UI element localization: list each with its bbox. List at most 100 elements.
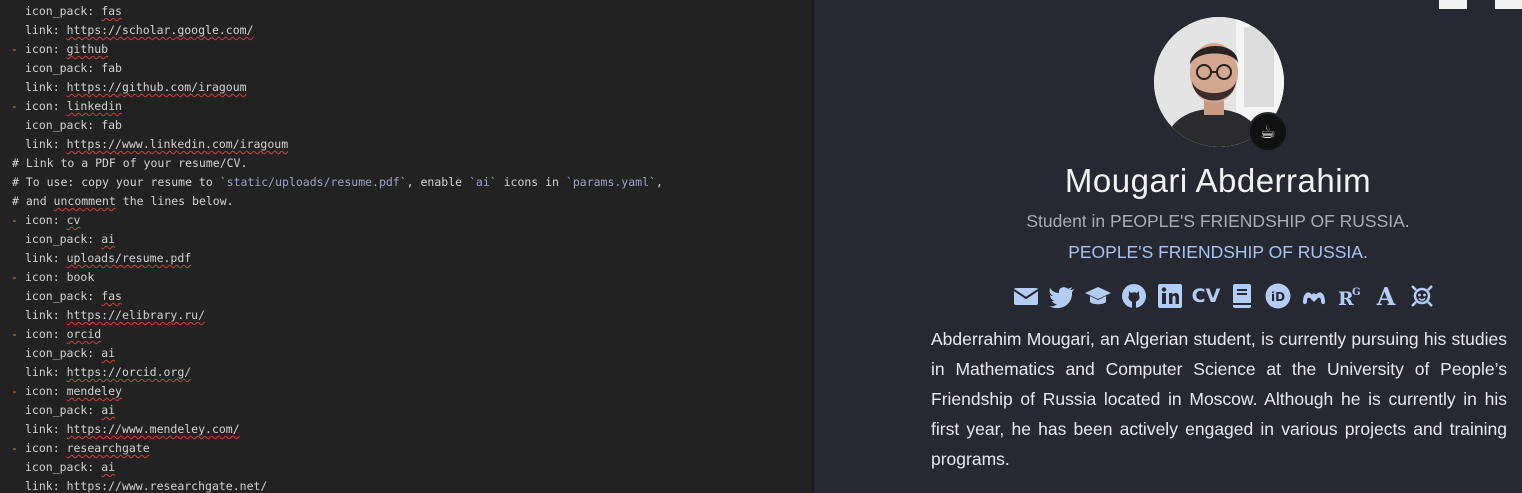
yaml-value: linkedin bbox=[66, 99, 122, 113]
graduation-cap-icon[interactable] bbox=[1084, 282, 1112, 310]
yaml-line-text: icon: linkedin bbox=[25, 97, 122, 116]
yaml-line-text: icon_pack: fas bbox=[25, 287, 122, 306]
yaml-key: link: bbox=[25, 251, 60, 265]
social-icons-row: CV iD RG A bbox=[1012, 281, 1436, 311]
yaml-line-text: link: https://www.linkedin.com/iragoum bbox=[25, 135, 288, 154]
github-icon[interactable] bbox=[1120, 282, 1148, 310]
preview-corner-button-2[interactable] bbox=[1495, 0, 1522, 9]
yaml-value: uploads/resume.pdf bbox=[66, 251, 192, 265]
yaml-key: icon: bbox=[25, 213, 60, 227]
yaml-key: link: bbox=[25, 137, 60, 151]
yaml-line-text: link: https://orcid.org/ bbox=[25, 363, 191, 382]
app-root: icon_pack: fas link: https://scholar.goog… bbox=[0, 0, 1522, 493]
yaml-line-text: icon: researchgate bbox=[25, 439, 150, 458]
yaml-value: researchgate bbox=[66, 441, 150, 455]
yaml-key: icon: bbox=[25, 42, 60, 56]
yaml-key: icon: bbox=[25, 441, 60, 455]
yaml-list-dash: - bbox=[11, 270, 18, 284]
yaml-list-dash: - bbox=[11, 441, 18, 455]
yaml-line-text: link: https://scholar.google.com/ bbox=[25, 21, 254, 40]
svg-text:G: G bbox=[1352, 287, 1361, 298]
yaml-list-dash: - bbox=[11, 42, 18, 56]
yaml-list-dash: - bbox=[11, 327, 18, 341]
yaml-line-text: icon_pack: fab bbox=[25, 116, 122, 135]
yaml-value: orcid bbox=[66, 327, 102, 341]
yaml-line-text: link: uploads/resume.pdf bbox=[25, 249, 191, 268]
linkedin-icon[interactable] bbox=[1156, 282, 1184, 310]
yaml-value: https://www.linkedin.com/iragoum bbox=[66, 137, 289, 151]
book-icon[interactable] bbox=[1228, 282, 1256, 310]
yaml-key: icon_pack: bbox=[25, 4, 95, 18]
yaml-line-text: icon_pack: ai bbox=[25, 458, 115, 477]
yaml-key: link: bbox=[25, 80, 60, 94]
yaml-value: ai bbox=[101, 460, 116, 474]
yaml-key: icon: bbox=[25, 327, 60, 341]
profile-role: Student in PEOPLE'S FRIENDSHIP OF RUSSIA… bbox=[1026, 211, 1410, 231]
yaml-key: icon_pack: bbox=[25, 346, 95, 360]
yaml-value: https://scholar.google.com/ bbox=[66, 23, 254, 37]
yaml-value: fas bbox=[101, 289, 122, 303]
yaml-line-text: icon_pack: fas bbox=[25, 2, 122, 21]
yaml-key: link: bbox=[25, 308, 60, 322]
yaml-value: ai bbox=[101, 403, 116, 417]
yaml-line-text: icon: book bbox=[25, 268, 94, 287]
yaml-line-text: link: https://www.researchgate.net/ bbox=[25, 477, 267, 493]
researchgate-icon[interactable]: RG bbox=[1336, 282, 1364, 310]
yaml-value: github bbox=[66, 42, 109, 56]
yaml-key: link: bbox=[25, 422, 60, 436]
coffee-badge-icon: ☕ bbox=[1248, 112, 1288, 152]
yaml-line-text: icon_pack: ai bbox=[25, 230, 115, 249]
yaml-line-text: link: https://www.mendeley.com/ bbox=[25, 420, 240, 439]
yaml-value: fab bbox=[101, 118, 122, 132]
yaml-line-text: icon_pack: ai bbox=[25, 401, 115, 420]
yaml-key: icon_pack: bbox=[25, 232, 95, 246]
yaml-editor[interactable]: icon_pack: fas link: https://scholar.goog… bbox=[0, 0, 812, 493]
yaml-value: ai bbox=[101, 232, 116, 246]
yaml-value: fas bbox=[101, 4, 122, 18]
yaml-value: mendeley bbox=[66, 384, 122, 398]
cv-icon[interactable]: CV bbox=[1192, 282, 1221, 310]
yaml-line-text: link: https://elibrary.ru/ bbox=[25, 306, 205, 325]
yaml-key: icon_pack: bbox=[25, 460, 95, 474]
yaml-value: https://elibrary.ru/ bbox=[66, 308, 206, 322]
yaml-value: book bbox=[66, 270, 95, 284]
yaml-key: link: bbox=[25, 479, 60, 493]
profile-bio: Abderrahim Mougari, an Algerian student,… bbox=[931, 329, 1507, 469]
yaml-value: ai bbox=[101, 346, 116, 360]
yaml-value: fab bbox=[101, 61, 122, 75]
yaml-key: icon: bbox=[25, 99, 60, 113]
yaml-comment-text: # Link to a PDF of your resume/CV. bbox=[12, 156, 248, 170]
yaml-list-dash: - bbox=[11, 384, 18, 398]
orcid-icon[interactable]: iD bbox=[1264, 282, 1292, 310]
yaml-line-text: icon: mendeley bbox=[25, 382, 122, 401]
yaml-key: icon: bbox=[25, 270, 60, 284]
yaml-key: icon_pack: bbox=[25, 403, 95, 417]
orcid-icon-label: iD bbox=[1271, 290, 1285, 304]
yaml-key: link: bbox=[25, 365, 60, 379]
site-preview: ☕ Mougari Abderrahim Student in PEOPLE'S… bbox=[814, 0, 1522, 493]
yaml-value: https://www.researchgate.net/ bbox=[66, 479, 268, 493]
yaml-comment-text: # and uncomment the lines below. bbox=[12, 194, 234, 208]
mendeley-icon[interactable] bbox=[1300, 282, 1328, 310]
yaml-value: https://orcid.org/ bbox=[66, 365, 192, 379]
profile-organization[interactable]: PEOPLE'S FRIENDSHIP OF RUSSIA. bbox=[814, 242, 1522, 263]
publons-icon[interactable] bbox=[1408, 282, 1436, 310]
yaml-line-text: icon: orcid bbox=[25, 325, 101, 344]
yaml-key: icon_pack: bbox=[25, 61, 95, 75]
yaml-comment-text: # To use: copy your resume to `static/up… bbox=[12, 175, 663, 189]
academia-icon[interactable]: A bbox=[1372, 282, 1400, 311]
yaml-value: https://github.com/iragoum bbox=[66, 80, 247, 94]
yaml-value: https://www.mendeley.com/ bbox=[66, 422, 240, 436]
twitter-icon[interactable] bbox=[1048, 282, 1076, 310]
preview-corner-button-1[interactable] bbox=[1439, 0, 1467, 9]
envelope-icon[interactable] bbox=[1012, 282, 1040, 310]
yaml-key: icon_pack: bbox=[25, 118, 95, 132]
yaml-line-text: icon: cv bbox=[25, 211, 80, 230]
yaml-key: icon: bbox=[25, 384, 60, 398]
yaml-list-dash: - bbox=[11, 99, 18, 113]
yaml-line-text: icon_pack: ai bbox=[25, 344, 115, 363]
yaml-line-text: link: https://github.com/iragoum bbox=[25, 78, 247, 97]
yaml-line-text: icon: github bbox=[25, 40, 108, 59]
yaml-key: link: bbox=[25, 23, 60, 37]
yaml-value: cv bbox=[66, 213, 81, 227]
